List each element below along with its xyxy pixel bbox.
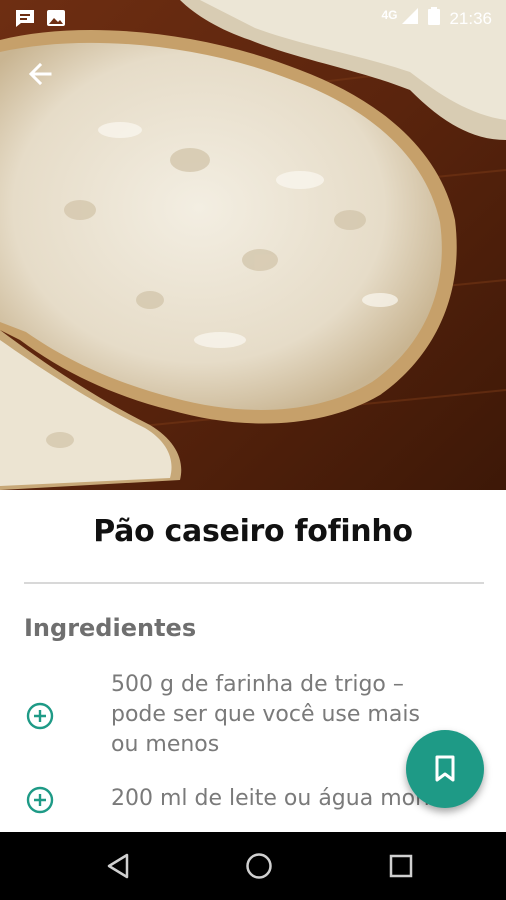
chat-notification-icon xyxy=(14,8,36,33)
signal-icon xyxy=(401,7,419,30)
nav-back-button[interactable] xyxy=(100,848,136,884)
title-divider xyxy=(24,582,484,584)
circle-home-icon xyxy=(246,853,272,879)
square-recents-icon xyxy=(389,854,413,878)
image-notification-icon xyxy=(46,8,66,33)
status-bar: 4G 21:36 xyxy=(0,0,506,36)
plus-circle-icon xyxy=(26,786,54,814)
network-type: 4G xyxy=(381,7,398,22)
recipe-title: Pão caseiro fofinho xyxy=(93,514,413,549)
plus-circle-icon xyxy=(26,702,54,730)
clock: 21:36 xyxy=(449,8,492,28)
arrow-left-icon xyxy=(28,62,52,86)
add-ingredient-button[interactable] xyxy=(26,702,54,730)
nav-recents-button[interactable] xyxy=(383,848,419,884)
system-navigation-bar xyxy=(0,832,506,900)
battery-icon xyxy=(427,7,441,30)
triangle-back-icon xyxy=(107,853,129,879)
back-button[interactable] xyxy=(22,56,58,92)
ingredient-text-line: pode ser que você use mais xyxy=(111,702,420,727)
ingredient-text-line: 500 g de farinha de trigo – xyxy=(111,672,404,697)
nav-home-button[interactable] xyxy=(241,848,277,884)
bookmark-icon xyxy=(435,755,455,782)
add-ingredient-button[interactable] xyxy=(26,786,54,814)
ingredients-heading: Ingredientes xyxy=(24,614,197,642)
bookmark-button[interactable] xyxy=(406,730,484,808)
recipe-hero-image xyxy=(0,0,506,490)
